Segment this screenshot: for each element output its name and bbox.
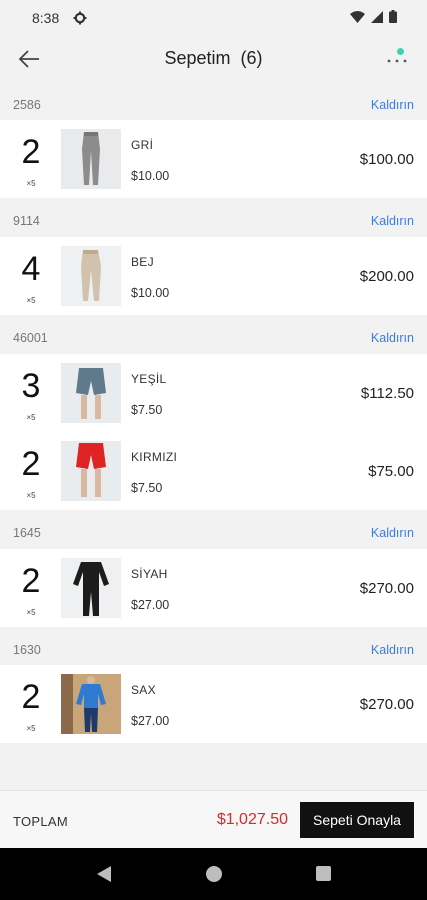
cart-item-row[interactable]: 2 ×5 KIRMIZI $7.50 $75.00	[0, 432, 427, 510]
item-pack-unit: ×5	[26, 724, 36, 733]
app-bar: Sepetim (6)	[0, 36, 427, 82]
total-value: $1,027.50	[216, 811, 288, 828]
group-header: 9114 Kaldırın	[0, 202, 427, 238]
item-total-price: $270.00	[359, 580, 414, 597]
remove-group-button[interactable]: Kaldırın	[371, 214, 414, 228]
group-code: 1630	[13, 643, 41, 657]
group-code: 1645	[13, 526, 41, 540]
nav-home-icon[interactable]	[206, 866, 222, 882]
settings-gear-icon	[73, 11, 87, 25]
wifi-icon	[350, 10, 365, 23]
product-thumbnail	[61, 363, 121, 423]
group-header: 1645 Kaldırın	[0, 514, 427, 550]
remove-group-button[interactable]: Kaldırın	[371, 643, 414, 657]
product-thumbnail	[61, 129, 121, 189]
notification-dot	[397, 48, 404, 55]
group-header: 46001 Kaldırın	[0, 319, 427, 355]
cart-item-row[interactable]: 4 ×5 BEJ $10.00 $200.00	[0, 237, 427, 315]
system-nav-bar	[0, 848, 427, 900]
cart-item-row[interactable]: 3 ×5 YEŞİL $7.50 $112.50	[0, 354, 427, 432]
battery-icon	[389, 10, 397, 23]
item-pack-unit: ×5	[26, 413, 36, 422]
black-tracksuit-icon	[61, 558, 121, 618]
item-unit-price: $27.00	[131, 598, 170, 612]
item-total-price: $200.00	[359, 268, 414, 285]
beige-pants-icon	[61, 246, 121, 306]
item-total-price: $75.00	[368, 463, 414, 480]
gray-pants-icon	[61, 129, 121, 189]
green-shorts-icon	[61, 363, 121, 423]
item-unit-price: $10.00	[131, 169, 170, 183]
item-unit-price: $10.00	[131, 286, 170, 300]
item-color: GRİ	[131, 138, 154, 152]
cart-item-row[interactable]: 2 ×5 SAX $27.00 $270.00	[0, 665, 427, 743]
item-unit-price: $7.50	[131, 481, 163, 495]
item-quantity[interactable]: 2	[10, 446, 52, 482]
nav-recents-icon[interactable]	[316, 866, 331, 881]
confirm-cart-button[interactable]: Sepeti Onayla	[300, 802, 414, 838]
group-header: 2586 Kaldırın	[0, 86, 427, 122]
remove-group-button[interactable]: Kaldırın	[371, 526, 414, 540]
status-time: 8:38	[32, 10, 60, 26]
group-code: 46001	[13, 331, 48, 345]
item-quantity[interactable]: 2	[10, 134, 52, 170]
item-pack-unit: ×5	[26, 296, 36, 305]
item-pack-unit: ×5	[26, 491, 36, 500]
item-color: BEJ	[131, 255, 154, 269]
status-bar: 8:38	[0, 0, 427, 36]
signal-icon	[371, 10, 383, 23]
cart-item-row[interactable]: 2 ×5 GRİ $10.00 $100.00	[0, 120, 427, 198]
cart-item-row[interactable]: 2 ×5 SİYAH $27.00 $270.00	[0, 549, 427, 627]
item-pack-unit: ×5	[26, 608, 36, 617]
red-shorts-icon	[61, 441, 121, 501]
item-total-price: $100.00	[359, 151, 414, 168]
item-quantity[interactable]: 4	[10, 251, 52, 287]
item-unit-price: $27.00	[131, 714, 170, 728]
more-options-button[interactable]	[383, 46, 413, 72]
item-pack-unit: ×5	[26, 179, 36, 188]
group-code: 2586	[13, 98, 41, 112]
item-unit-price: $7.50	[131, 403, 163, 417]
item-total-price: $112.50	[360, 385, 414, 402]
remove-group-button[interactable]: Kaldırın	[371, 331, 414, 345]
product-thumbnail	[61, 441, 121, 501]
item-quantity[interactable]: 3	[10, 368, 52, 404]
product-thumbnail	[61, 558, 121, 618]
cart-footer: TOPLAM $1,027.50 Sepeti Onayla	[0, 790, 427, 848]
nav-back-icon[interactable]	[96, 865, 112, 883]
page-title: Sepetim (6)	[164, 48, 263, 68]
item-total-price: $270.00	[359, 696, 414, 713]
item-color: YEŞİL	[131, 372, 167, 386]
item-quantity[interactable]: 2	[10, 679, 52, 715]
item-quantity[interactable]: 2	[10, 563, 52, 599]
group-code: 9114	[13, 214, 40, 228]
group-header: 1630 Kaldırın	[0, 631, 427, 667]
item-color: SİYAH	[131, 567, 168, 581]
product-thumbnail	[61, 246, 121, 306]
item-color: SAX	[131, 683, 156, 697]
remove-group-button[interactable]: Kaldırın	[371, 98, 414, 112]
total-label: TOPLAM	[13, 814, 69, 829]
item-color: KIRMIZI	[131, 450, 178, 464]
product-thumbnail	[61, 674, 121, 734]
blue-tracksuit-icon	[61, 674, 121, 734]
